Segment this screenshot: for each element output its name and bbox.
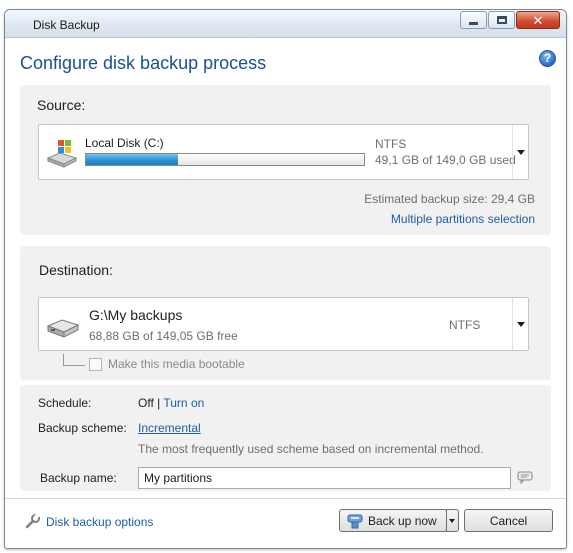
multiple-partitions-link[interactable]: Multiple partitions selection (391, 212, 535, 226)
destination-dropdown-arrow[interactable] (512, 298, 528, 350)
window-controls: ✕ (460, 11, 560, 29)
schedule-value: Off (138, 396, 154, 410)
backup-icon (347, 514, 363, 528)
help-icon[interactable]: ? (539, 50, 556, 67)
scheme-description: The most frequently used scheme based on… (138, 442, 484, 456)
backup-name-input[interactable] (138, 467, 511, 489)
options-panel: Schedule: Off | Turn on Backup scheme: I… (20, 385, 551, 491)
source-label: Source: (37, 97, 86, 113)
title-bar[interactable]: Disk Backup ✕ (5, 10, 566, 38)
footer-divider (5, 498, 566, 499)
disk-backup-options-link[interactable]: Disk backup options (46, 515, 153, 529)
window-title: Disk Backup (33, 18, 100, 32)
source-dropdown-arrow[interactable] (512, 125, 528, 179)
page-title: Configure disk backup process (20, 53, 267, 73)
source-usage-text: 49,1 GB of 149,0 GB used (375, 153, 516, 167)
scheme-label: Backup scheme: (38, 421, 127, 435)
schedule-turn-on-link[interactable]: Turn on (163, 396, 204, 410)
source-selector[interactable]: Local Disk (C:) NTFS 49,1 GB of 149,0 GB… (38, 124, 529, 180)
bootable-option: Make this media bootable (63, 354, 245, 372)
schedule-separator: | (153, 396, 164, 410)
hard-drive-icon (46, 319, 80, 338)
scheme-incremental-link[interactable]: Incremental (138, 421, 201, 435)
source-filesystem: NTFS (375, 137, 407, 151)
scheme-value-row: Incremental (138, 421, 201, 435)
schedule-label: Schedule: (38, 396, 92, 410)
estimated-backup-size: Estimated backup size: 29,4 GB (364, 192, 535, 206)
cancel-button[interactable]: Cancel (464, 509, 553, 532)
source-panel: Source: Local Disk (C:) NTFS 49,1 GB of … (20, 85, 551, 235)
source-disk-name: Local Disk (C:) (85, 136, 164, 150)
comment-icon[interactable] (517, 471, 533, 484)
bootable-checkbox[interactable] (89, 357, 102, 371)
back-up-now-button[interactable]: Back up now (339, 509, 447, 532)
destination-label: Destination: (39, 262, 113, 278)
destination-free-space: 68,88 GB of 149,05 GB free (89, 329, 238, 343)
close-button[interactable]: ✕ (516, 11, 560, 29)
destination-path: G:\My backups (89, 307, 183, 323)
disk-backup-options[interactable]: Disk backup options (24, 513, 153, 530)
disk-backup-window: Disk Backup ✕ Configure disk backup proc… (4, 9, 567, 549)
disk-usage-fill (86, 154, 178, 165)
tree-connector (63, 354, 85, 366)
disk-usage-bar (85, 153, 365, 166)
maximize-button[interactable] (488, 11, 515, 29)
back-up-now-dropdown[interactable] (446, 509, 459, 532)
minimize-icon (469, 21, 478, 25)
schedule-value-row: Off | Turn on (138, 396, 204, 410)
bootable-label: Make this media bootable (108, 357, 245, 371)
close-icon: ✕ (532, 12, 544, 28)
minimize-button[interactable] (460, 11, 487, 29)
destination-filesystem: NTFS (449, 318, 481, 332)
backup-name-label: Backup name: (40, 471, 117, 485)
back-up-now-label: Back up now (368, 513, 437, 528)
wrench-icon (25, 513, 40, 529)
destination-selector[interactable]: G:\My backups 68,88 GB of 149,05 GB free… (38, 297, 529, 351)
windows-drive-icon (46, 140, 78, 168)
maximize-icon (496, 16, 507, 24)
destination-panel: Destination: G:\My backups 68,88 GB of 1… (20, 246, 551, 380)
